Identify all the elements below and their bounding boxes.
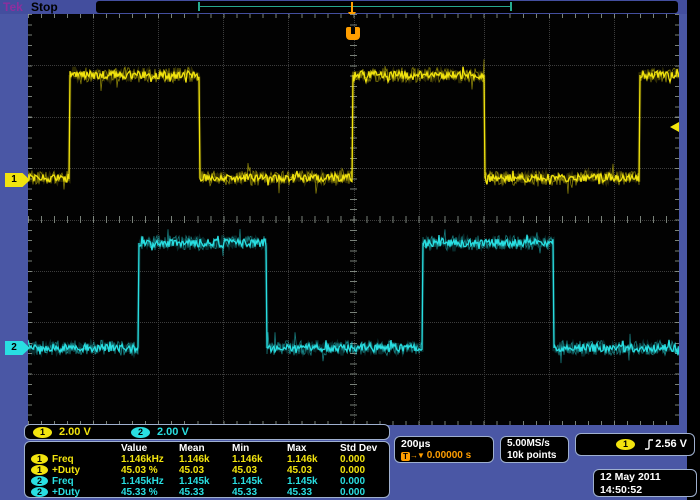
measurement-row-ch1-freq: 1 Freq 1.146kHz 1.146k 1.146k 1.146k 0.00… xyxy=(31,454,389,465)
measurement-std: 0.000 xyxy=(340,476,389,487)
measurement-max: 1.146k xyxy=(287,454,340,465)
trigger-readout-box: 1 2.56 V xyxy=(575,433,695,456)
ch2-badge: 2 xyxy=(131,427,150,438)
measurement-mean: 1.146k xyxy=(179,454,232,465)
measurement-table: Value Mean Min Max Std Dev 1 Freq 1.146kH… xyxy=(24,441,390,498)
measurement-min: 1.146k xyxy=(232,454,287,465)
record-line xyxy=(200,6,510,7)
measurement-mean: 45.03 xyxy=(179,465,232,476)
graticule xyxy=(28,14,679,425)
measurement-value: 1.146kHz xyxy=(121,454,179,465)
datetime-box: 12 May 2011 14:50:52 xyxy=(593,469,697,497)
measurement-mean: 45.33 xyxy=(179,487,232,498)
horizontal-position-row: T→▼ 0.00000 s xyxy=(401,450,493,462)
measurement-max: 45.33 xyxy=(287,487,340,498)
rising-edge-icon xyxy=(644,438,654,451)
waveform-ch1 xyxy=(28,59,679,193)
measurement-row-ch2-duty: 2 +Duty 45.33 % 45.33 45.33 45.33 0.000 xyxy=(31,487,389,498)
col-header-max: Max xyxy=(287,443,340,454)
trigger-level: 2.56 V xyxy=(655,438,687,450)
horizontal-scale-box: 200µs T→▼ 0.00000 s xyxy=(394,436,494,463)
measurement-max: 45.03 xyxy=(287,465,340,476)
measurement-header-row: Value Mean Min Max Std Dev xyxy=(31,443,389,454)
ch1-badge: 1 xyxy=(31,454,48,464)
measurement-name: +Duty xyxy=(52,487,80,498)
acquisition-status: Stop xyxy=(31,0,58,14)
record-length: 10k points xyxy=(507,450,568,462)
ch2-badge: 2 xyxy=(31,487,48,497)
horizontal-scale: 200µs xyxy=(401,438,493,450)
trigger-position-icon: T xyxy=(401,452,410,461)
measurement-value: 45.33 % xyxy=(121,487,179,498)
ch1-badge: 1 xyxy=(31,465,48,475)
ch2-badge: 2 xyxy=(31,476,48,486)
position-arrow-icon: →▼ xyxy=(410,451,424,460)
col-header-value: Value xyxy=(121,443,179,454)
measurement-min: 45.33 xyxy=(232,487,287,498)
measurement-name: +Duty xyxy=(52,465,80,476)
trigger-level-marker[interactable] xyxy=(670,122,679,132)
horizontal-position: 0.00000 s xyxy=(427,450,472,461)
ch1-badge: 1 xyxy=(33,427,52,438)
acquisition-box: 5.00MS/s 10k points xyxy=(500,436,569,463)
record-window-bracket-left xyxy=(198,2,200,11)
measurement-row-ch1-duty: 1 +Duty 45.03 % 45.03 45.03 45.03 0.000 xyxy=(31,465,389,476)
time-label: 14:50:52 xyxy=(600,484,696,497)
waveform-ch2 xyxy=(28,229,679,363)
measurement-mean: 1.145k xyxy=(179,476,232,487)
waveform-display xyxy=(28,14,679,425)
col-header-stddev: Std Dev xyxy=(340,443,389,454)
tek-logo: Tek xyxy=(3,0,23,14)
measurement-min: 45.03 xyxy=(232,465,287,476)
col-header-mean: Mean xyxy=(179,443,232,454)
measurement-value: 1.145kHz xyxy=(121,476,179,487)
date-label: 12 May 2011 xyxy=(600,471,696,484)
measurement-name: Freq xyxy=(52,476,74,487)
measurement-std: 0.000 xyxy=(340,487,389,498)
measurement-min: 1.145k xyxy=(232,476,287,487)
measurement-std: 0.000 xyxy=(340,454,389,465)
record-view-bar xyxy=(96,1,678,13)
measurement-value: 45.03 % xyxy=(121,465,179,476)
trigger-source-badge: 1 xyxy=(616,439,635,450)
measurement-std: 0.000 xyxy=(340,465,389,476)
ch1-scale: 2.00 V xyxy=(59,426,91,438)
measurement-row-ch2-freq: 2 Freq 1.145kHz 1.145k 1.145k 1.145k 0.00… xyxy=(31,476,389,487)
sample-rate: 5.00MS/s xyxy=(507,438,568,450)
col-header-min: Min xyxy=(232,443,287,454)
expansion-point-marker[interactable] xyxy=(346,27,360,40)
measurement-name: Freq xyxy=(52,454,74,465)
measurement-max: 1.145k xyxy=(287,476,340,487)
record-window-bracket-right xyxy=(510,2,512,11)
channel-scale-bar: 1 2.00 V 2 2.00 V xyxy=(24,424,390,440)
title-bar: Tek Stop xyxy=(0,0,687,14)
expansion-point-notch xyxy=(351,27,355,34)
ch2-scale: 2.00 V xyxy=(157,426,189,438)
